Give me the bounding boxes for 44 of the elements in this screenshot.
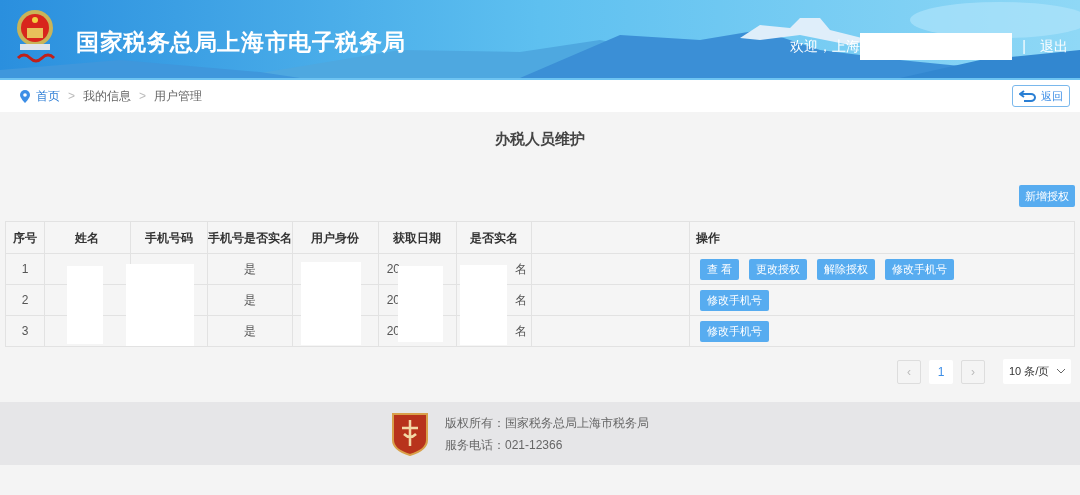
- action-button[interactable]: 解除授权: [817, 258, 876, 280]
- action-button[interactable]: 修改手机号: [885, 258, 955, 280]
- page-title: 办税人员维护: [494, 129, 586, 149]
- shield-emblem-icon: [391, 411, 429, 456]
- table-cell: 名: [514, 262, 527, 276]
- separator: |: [1022, 37, 1026, 56]
- table-cell: 是: [243, 293, 256, 307]
- table-cell: 名: [514, 324, 527, 338]
- back-button[interactable]: 返回: [1012, 85, 1070, 107]
- column-header: 用户身份: [311, 230, 360, 245]
- breadcrumb-link[interactable]: 用户管理: [154, 87, 203, 105]
- action-button[interactable]: 修改手机号: [700, 320, 770, 342]
- location-pin-icon: [20, 89, 30, 103]
- logout-link[interactable]: 退出: [1040, 36, 1068, 57]
- add-authorization-button[interactable]: 新增授权: [1019, 185, 1075, 207]
- column-header: 手机号是否实名: [207, 230, 292, 245]
- previous-page-button[interactable]: ‹: [897, 359, 921, 384]
- copyright-text: 版权所有：国家税务总局上海市税务局: [445, 414, 649, 432]
- next-page-button[interactable]: ›: [961, 359, 985, 384]
- table-cell: 是: [243, 324, 256, 338]
- column-header: 是否实名: [469, 230, 518, 245]
- action-button[interactable]: 更改授权: [749, 258, 808, 280]
- column-header: 序号: [13, 230, 37, 245]
- table-cell: 3: [21, 324, 29, 338]
- breadcrumb-separator: >: [68, 88, 75, 105]
- chevron-down-icon: [1057, 369, 1065, 374]
- service-phone-text: 服务电话：021-12366: [445, 436, 564, 454]
- breadcrumb-separator: >: [139, 88, 147, 105]
- breadcrumb-link[interactable]: 我的信息: [83, 87, 131, 105]
- action-button[interactable]: 查 看: [700, 258, 740, 280]
- column-header: 手机号码: [144, 230, 193, 245]
- page-size-select[interactable]: 10 条/页: [1003, 359, 1071, 384]
- table-cell: 名: [514, 293, 527, 307]
- column-header: 姓名: [75, 230, 100, 245]
- table-cell: 是: [243, 262, 256, 276]
- site-title: 国家税务总局上海市电子税务局: [76, 28, 407, 57]
- breadcrumb-link[interactable]: 首页: [36, 87, 60, 105]
- action-button[interactable]: 修改手机号: [700, 289, 770, 311]
- return-arrow-icon: [1019, 90, 1037, 102]
- column-header: 获取日期: [393, 230, 442, 245]
- table-cell: 2: [21, 293, 29, 307]
- column-header: 操作: [696, 230, 721, 245]
- page-button[interactable]: 1: [929, 359, 953, 384]
- table-cell: 1: [21, 262, 29, 276]
